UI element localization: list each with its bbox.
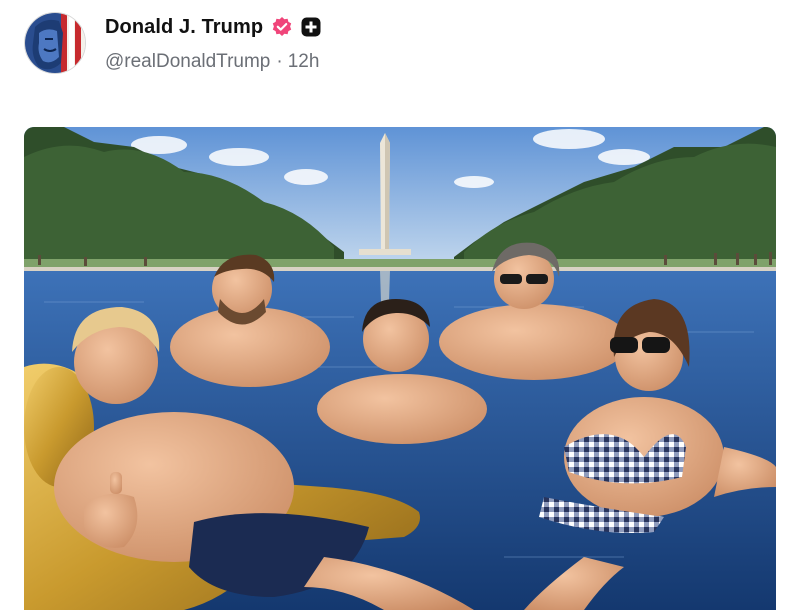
author-avatar[interactable] [24,12,86,74]
name-row: Donald J. Trump [105,14,321,40]
post-header: Donald J. Trump @realDonaldTrump · 12h [24,12,784,82]
post-image[interactable] [24,127,776,610]
author-handle[interactable]: @realDonaldTrump [105,51,270,73]
meta-separator: · [276,51,283,72]
post-timestamp[interactable]: 12h [288,51,320,73]
plus-badge-icon [301,17,321,37]
author-display-name[interactable]: Donald J. Trump [105,16,263,39]
author-identity: Donald J. Trump @realDonaldTrump · 12h [105,14,321,73]
avatar-image [25,13,85,73]
verified-badge-icon [271,16,293,38]
post-photo [24,127,776,610]
handle-row: @realDonaldTrump · 12h [105,51,321,73]
